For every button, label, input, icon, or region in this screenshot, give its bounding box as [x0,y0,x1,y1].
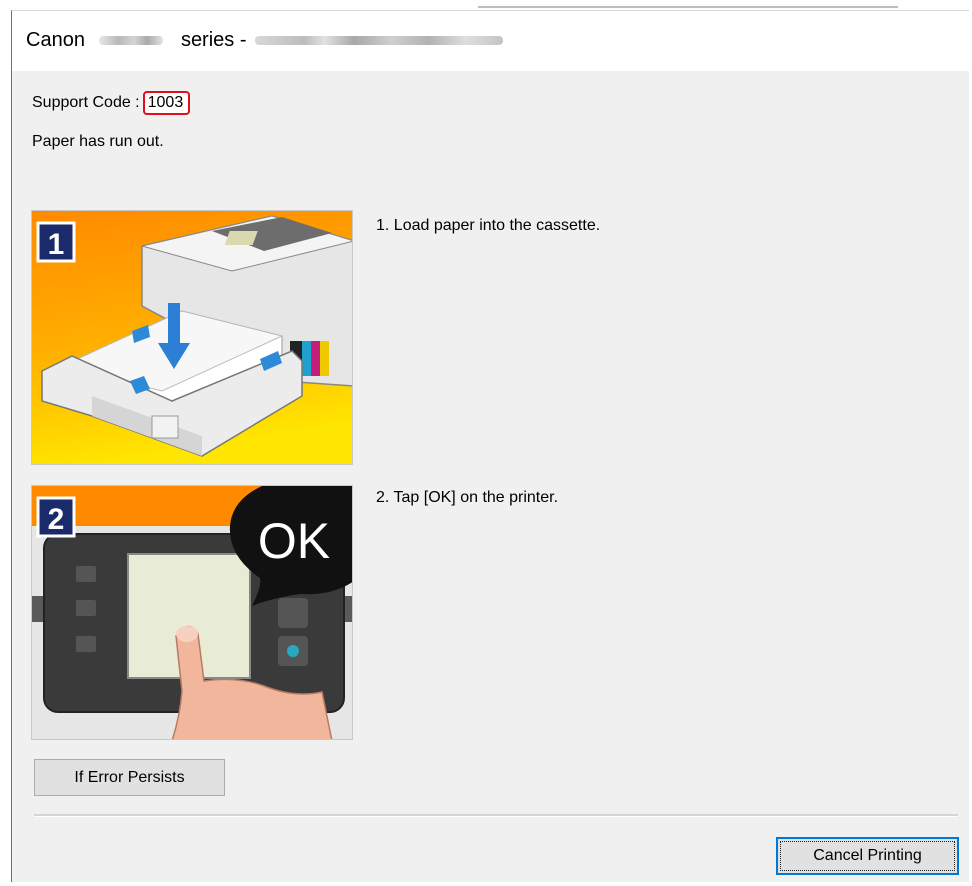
step-2-badge: 2 [48,503,65,536]
window-title: Canon series - [26,29,503,52]
window-top-edge [478,6,898,8]
title-brand: Canon [26,29,85,51]
if-error-persists-button[interactable]: If Error Persists [34,759,225,796]
support-code-label: Support Code : [32,94,140,111]
redacted-model-name [98,36,163,45]
error-message: Paper has run out. [32,133,164,150]
redacted-printer-name [254,36,503,45]
step-1-text: 1. Load paper into the cassette. [376,217,601,234]
step-1-badge: 1 [48,228,65,261]
step-1-illustration: 1 [31,210,353,465]
printer-error-dialog: Canon series - Support Code : 1003 Paper… [11,10,969,882]
step-2-text: 2. Tap [OK] on the printer. [376,489,559,506]
step-2-illustration: OK 2 [31,485,353,740]
separator [34,814,958,817]
cancel-printing-button[interactable]: Cancel Printing [776,837,959,875]
support-code-row: Support Code : 1003 [32,91,191,115]
title-series: series - [180,29,247,51]
title-bar: Canon series - [12,11,969,71]
ok-callout: OK [258,513,330,569]
support-code-value: 1003 [142,91,191,115]
